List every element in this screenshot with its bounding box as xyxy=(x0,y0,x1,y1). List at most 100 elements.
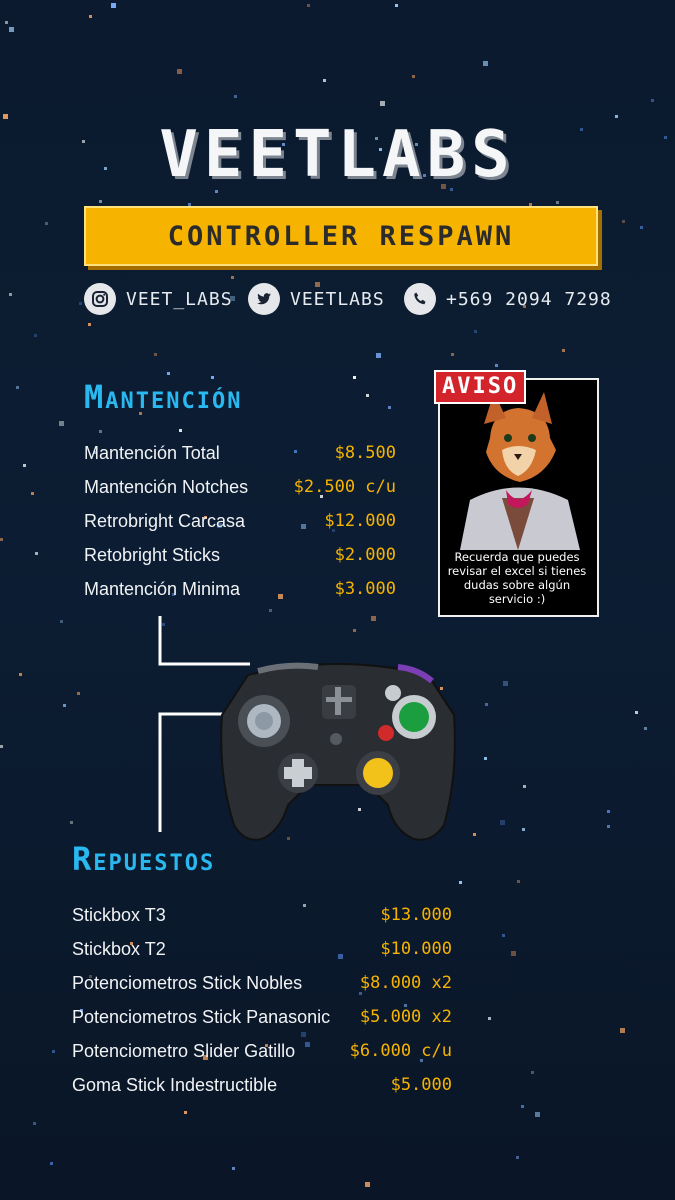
item-name: Potenciometros Stick Nobles xyxy=(72,972,303,993)
star xyxy=(521,1105,524,1108)
star xyxy=(459,881,462,884)
item-name: Mantención Minima xyxy=(84,578,241,599)
star xyxy=(231,276,234,279)
aviso-message: Recuerda que puedes revisar el excel si … xyxy=(447,550,587,606)
star xyxy=(535,1112,540,1117)
star xyxy=(488,1017,491,1020)
star xyxy=(516,1156,519,1159)
star xyxy=(154,353,157,356)
item-price: $3.000 xyxy=(334,579,396,599)
star xyxy=(380,101,385,106)
list-item: Mantención Total $8.500 xyxy=(84,436,396,470)
item-price: $8.000 x2 xyxy=(359,973,452,993)
star xyxy=(271,266,274,269)
star xyxy=(111,3,116,8)
item-name: Retrobright Carcasa xyxy=(84,510,246,531)
star xyxy=(35,552,38,555)
star xyxy=(395,4,398,7)
star xyxy=(99,200,102,203)
star xyxy=(177,69,182,74)
star xyxy=(99,430,102,433)
star xyxy=(31,492,34,495)
item-price: $8.500 xyxy=(334,443,396,463)
item-name: Retobright Sticks xyxy=(84,544,221,565)
list-item: Retrobright Carcasa $12.000 xyxy=(84,504,396,538)
list-item: Stickbox T2 $10.000 xyxy=(72,932,452,966)
star xyxy=(5,21,8,24)
star xyxy=(622,220,625,223)
star xyxy=(517,880,520,883)
item-price: $10.000 xyxy=(380,939,452,959)
star xyxy=(366,394,369,397)
item-name: Stickbox T2 xyxy=(72,938,166,959)
star xyxy=(556,201,559,204)
star xyxy=(483,61,488,66)
item-name: Potenciometro Slider Gatillo xyxy=(72,1040,296,1061)
star xyxy=(33,1122,36,1125)
item-price: $2.500 c/u xyxy=(293,477,396,497)
star xyxy=(232,1167,235,1170)
star xyxy=(620,1028,625,1033)
item-name: Mantención Notches xyxy=(84,476,249,497)
item-price: $5.000 x2 xyxy=(359,1007,452,1027)
mantencion-list: Mantención Total $8.500 Mantención Notche… xyxy=(84,436,396,606)
star xyxy=(234,95,237,98)
item-price: $5.000 xyxy=(390,1075,452,1095)
social-twitter[interactable]: VEETLABS xyxy=(248,282,385,316)
star xyxy=(0,538,3,541)
twitter-icon xyxy=(248,283,280,315)
star xyxy=(45,222,48,225)
star xyxy=(307,4,310,7)
item-name: Mantención Total xyxy=(84,442,220,463)
brand-title: VEETLABS xyxy=(159,118,516,192)
star xyxy=(365,1182,370,1187)
star xyxy=(9,293,12,296)
star xyxy=(511,951,516,956)
star xyxy=(531,1071,534,1074)
list-item: Potenciometro Slider Gatillo $6.000 c/u xyxy=(72,1034,452,1068)
star xyxy=(167,372,170,375)
aviso-badge: AVISO xyxy=(434,370,527,404)
item-name: Goma Stick Indestructible xyxy=(72,1074,278,1095)
list-item: Potenciometros Stick Panasonic $5.000 x2 xyxy=(72,1000,452,1034)
phone-number: +569 2094 7298 xyxy=(446,288,612,310)
list-item: Mantención Notches $2.500 c/u xyxy=(84,470,396,504)
fox-pilot-illustration xyxy=(460,392,580,550)
star xyxy=(88,323,91,326)
star xyxy=(9,27,14,32)
star xyxy=(23,464,26,467)
list-item: Retobright Sticks $2.000 xyxy=(84,538,396,572)
mantencion-title: Mantención xyxy=(84,378,243,416)
star xyxy=(50,1162,53,1165)
item-price: $2.000 xyxy=(334,545,396,565)
phone-icon xyxy=(404,283,436,315)
star xyxy=(89,15,92,18)
tagline-banner: CONTROLLER RESPAWN xyxy=(84,206,598,266)
star xyxy=(495,364,498,367)
list-item: Goma Stick Indestructible $5.000 xyxy=(72,1068,452,1102)
instagram-handle: VEET_LABS xyxy=(126,288,233,310)
gamecube-controller-image xyxy=(220,662,456,841)
star xyxy=(451,353,454,356)
list-item: Potenciometros Stick Nobles $8.000 x2 xyxy=(72,966,452,1000)
item-name: Potenciometros Stick Panasonic xyxy=(72,1006,331,1027)
repuestos-list: Stickbox T3 $13.000 Stickbox T2 $10.000 Po… xyxy=(72,898,452,1102)
list-item: Stickbox T3 $13.000 xyxy=(72,898,452,932)
social-phone[interactable]: +569 2094 7298 xyxy=(404,282,612,316)
star xyxy=(502,934,505,937)
star xyxy=(562,349,565,352)
twitter-handle: VEETLABS xyxy=(290,288,385,310)
star xyxy=(640,226,643,229)
repuestos-title: Repuestos xyxy=(72,840,216,878)
star xyxy=(353,376,356,379)
star xyxy=(388,406,391,409)
item-price: $12.000 xyxy=(324,511,396,531)
star xyxy=(474,330,477,333)
star xyxy=(179,429,182,432)
star xyxy=(376,353,381,358)
star xyxy=(651,99,654,102)
social-instagram[interactable]: VEET_LABS xyxy=(84,282,233,316)
star xyxy=(59,421,64,426)
instagram-icon xyxy=(84,283,116,315)
star xyxy=(52,1050,55,1053)
